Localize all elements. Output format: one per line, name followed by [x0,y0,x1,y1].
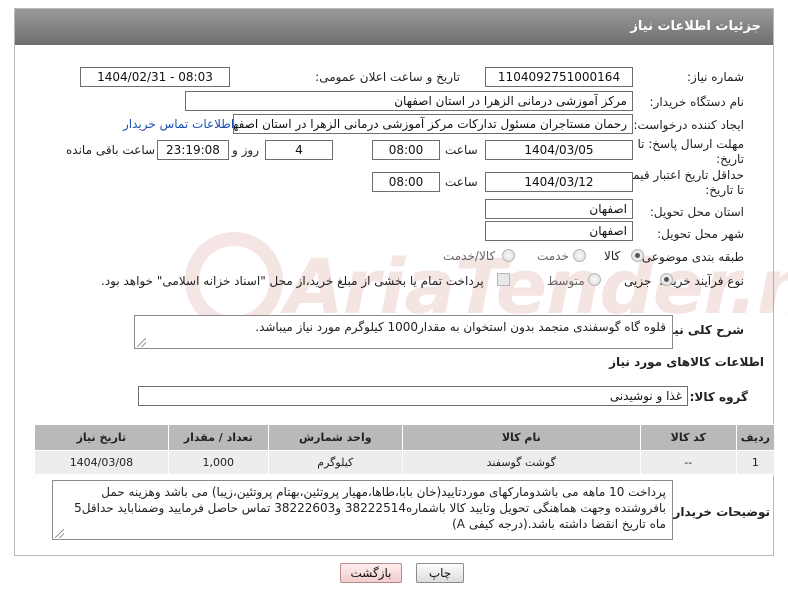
delivery-city-field[interactable]: اصفهان [485,221,633,241]
price-validity-time-label: ساعت [445,175,478,189]
category-option-goods: کالا [604,249,621,263]
process-radio-medium[interactable] [588,273,601,286]
panel-title: جزئیات اطلاعات نیاز [15,9,773,45]
price-validity-date-field[interactable]: 1404/03/12 [485,172,633,192]
goods-info-title: اطلاعات کالاهای مورد نیاز [609,355,764,369]
reply-deadline-label-1: مهلت ارسال پاسخ: تا [637,137,744,151]
cell-unit: کیلوگرم [267,450,403,475]
need-description-textarea[interactable]: قلوه گاه گوسفندی منجمد بدون استخوان به م… [134,315,673,349]
need-number-field[interactable]: 1104092751000164 [485,67,633,87]
need-number-label: شماره نیاز: [687,70,744,84]
cell-quantity: 1,000 [167,450,269,475]
reply-deadline-time-field[interactable]: 08:00 [372,140,440,160]
col-unit: واحد شمارش [267,424,403,451]
notes-resize-handle-icon[interactable] [55,529,64,538]
cell-row-number: 1 [735,450,776,475]
cell-item-code: -- [639,450,737,475]
buyer-org-label: نام دستگاه خریدار: [649,95,745,109]
process-option-minor: جزیی [624,274,652,288]
cell-need-date: 1404/03/08 [34,450,169,475]
category-label: طبقه بندی موضوعی: [637,250,744,264]
price-validity-label-2: تا تاریخ: [705,183,744,197]
category-radio-goods-service[interactable] [502,249,515,262]
goods-group-field[interactable]: غذا و نوشیدنی [138,386,688,406]
treasury-bonds-checkbox[interactable] [497,273,510,286]
category-option-service: خدمت [537,249,569,263]
category-option-goods-service: کالا/خدمت [443,249,496,263]
buyer-notes-textarea[interactable]: پرداخت 10 ماهه می باشدومارکهای موردتایید… [52,480,673,540]
col-row-number: ردیف [735,424,776,451]
remaining-time-label: ساعت باقی مانده [66,143,156,157]
remaining-time-field[interactable]: 23:19:08 [157,140,229,160]
requester-field[interactable]: رحمان مستاجران مسئول تدارکات مرکز آموزشی… [233,114,633,134]
reply-days-label: روز و [232,143,259,157]
goods-table-header: ردیف کد کالا نام کالا واحد شمارش تعداد /… [34,424,776,451]
category-radio-service[interactable] [573,249,586,262]
announce-datetime-label: تاریخ و ساعت اعلان عمومی: [315,70,460,84]
col-item-name: نام کالا [401,424,641,451]
price-validity-time-field[interactable]: 08:00 [372,172,440,192]
goods-group-label: گروه کالا: [689,390,748,404]
reply-deadline-label-2: تاریخ: [716,152,744,166]
goods-table: ردیف کد کالا نام کالا واحد شمارش تعداد /… [34,424,776,475]
buyer-notes-label: توضیحات خریدار: [668,505,770,519]
announce-datetime-field[interactable]: 1404/02/31 - 08:03 [80,67,230,87]
back-button[interactable]: بازگشت [340,563,402,583]
col-need-date: تاریخ نیاز [34,424,169,451]
buyer-contact-link[interactable]: اطلاعات تماس خریدار [123,117,234,131]
delivery-province-field[interactable]: اصفهان [485,199,633,219]
delivery-city-label: شهر محل تحویل: [657,227,744,241]
table-row[interactable]: 1 -- گوشت گوسفند کیلوگرم 1,000 1404/03/0… [34,450,776,475]
category-radio-goods[interactable] [631,249,644,262]
treasury-bonds-note: پرداخت تمام یا بخشی از مبلغ خرید،از محل … [101,274,484,288]
reply-days-field[interactable]: 4 [265,140,333,160]
buyer-org-field[interactable]: مرکز آموزشی درمانی الزهرا در استان اصفها… [185,91,633,111]
print-button[interactable]: چاپ [416,563,464,583]
process-option-medium: متوسط [547,274,585,288]
cell-item-name: گوشت گوسفند [401,450,641,475]
price-validity-label-1: حداقل تاریخ اعتبار قیمت: [617,168,744,182]
col-item-code: کد کالا [639,424,737,451]
resize-handle-icon[interactable] [137,338,146,347]
reply-deadline-time-label: ساعت [445,143,478,157]
reply-deadline-date-field[interactable]: 1404/03/05 [485,140,633,160]
process-radio-minor[interactable] [660,273,673,286]
col-quantity: تعداد / مقدار [167,424,269,451]
delivery-province-label: استان محل تحویل: [649,205,744,219]
requester-label: ایجاد کننده درخواست: [633,118,744,132]
